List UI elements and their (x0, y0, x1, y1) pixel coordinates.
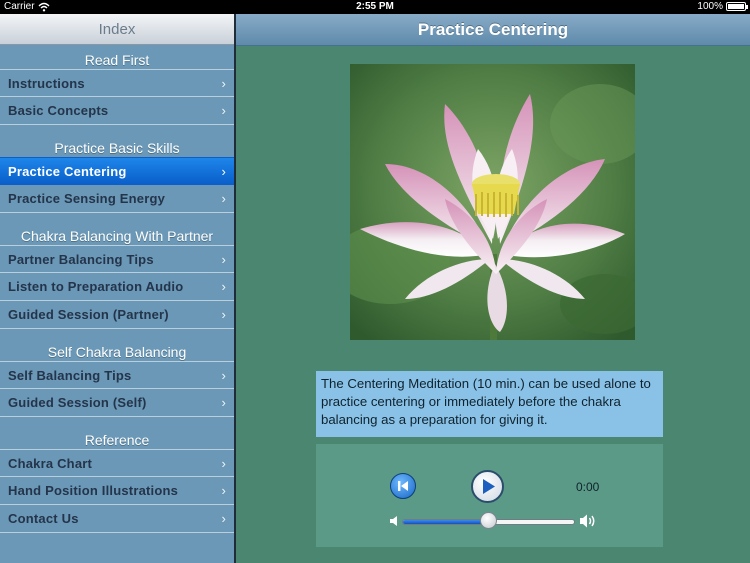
skip-back-icon (398, 481, 408, 491)
description-text: The Centering Meditation (10 min.) can b… (316, 371, 663, 437)
battery-indicator: 100% (697, 1, 748, 12)
detail-pane: Practice Centering The Centering Meditat… (236, 14, 750, 563)
sidebar-item-label: Listen to Preparation Audio (8, 279, 184, 294)
section-title: Reference (84, 432, 150, 448)
chevron-right-icon: › (221, 252, 226, 267)
section-title: Self Chakra Balancing (47, 344, 187, 360)
sidebar-item-guided-session-self[interactable]: Guided Session (Self) › (0, 389, 234, 417)
sidebar-item-label: Practice Sensing Energy (8, 191, 166, 206)
sidebar-item-practice-sensing-energy[interactable]: Practice Sensing Energy › (0, 185, 234, 213)
chevron-right-icon: › (221, 395, 226, 410)
rewind-button[interactable] (390, 473, 416, 499)
sidebar-item-self-balancing-tips[interactable]: Self Balancing Tips › (0, 361, 234, 389)
sidebar-item-practice-centering[interactable]: Practice Centering › (0, 157, 234, 185)
sidebar-item-label: Instructions (8, 76, 85, 91)
section-title: Chakra Balancing With Partner (20, 228, 214, 244)
volume-slider-fill (403, 520, 490, 524)
sidebar-item-basic-concepts[interactable]: Basic Concepts › (0, 97, 234, 125)
clock: 2:55 PM (356, 1, 394, 12)
volume-low-icon (390, 516, 397, 526)
chevron-right-icon: › (221, 456, 226, 471)
status-bar: Carrier 2:55 PM 100% (0, 0, 750, 14)
sidebar-item-label: Hand Position Illustrations (8, 483, 179, 498)
page-title: Practice Centering (236, 14, 750, 46)
sidebar-item-label: Partner Balancing Tips (8, 252, 154, 267)
sidebar-item-hand-position-illustrations[interactable]: Hand Position Illustrations › (0, 477, 234, 505)
sidebar-item-chakra-chart[interactable]: Chakra Chart › (0, 449, 234, 477)
battery-icon (726, 2, 748, 11)
sidebar-list: Read First Instructions › Basic Concepts › Pr… (0, 45, 234, 533)
sidebar-item-contact-us[interactable]: Contact Us › (0, 505, 234, 533)
sidebar-item-partner-balancing-tips[interactable]: Partner Balancing Tips › (0, 245, 234, 273)
sidebar-item-label: Practice Centering (8, 164, 127, 179)
volume-high-icon (580, 514, 595, 528)
sidebar-item-listen-to-preparation-audio[interactable]: Listen to Preparation Audio › (0, 273, 234, 301)
play-button[interactable] (471, 470, 504, 503)
audio-player: 0:00 (316, 444, 663, 547)
chevron-right-icon: › (221, 368, 226, 383)
chevron-right-icon: › (221, 103, 226, 118)
index-sidebar: Index Read First Instructions › Basic Conce… (0, 14, 234, 563)
section-title: Read First (84, 52, 150, 68)
section-title: Practice Basic Skills (54, 140, 180, 156)
sidebar-title: Index (0, 14, 234, 45)
sidebar-item-guided-session-partner[interactable]: Guided Session (Partner) › (0, 301, 234, 329)
sidebar-item-label: Contact Us (8, 511, 79, 526)
chevron-right-icon: › (221, 511, 226, 526)
chevron-right-icon: › (221, 76, 226, 91)
sidebar-item-label: Chakra Chart (8, 456, 93, 471)
battery-percent: 100% (697, 1, 723, 12)
chevron-right-icon: › (221, 279, 226, 294)
chevron-right-icon: › (221, 483, 226, 498)
chevron-right-icon: › (221, 191, 226, 206)
sidebar-item-label: Basic Concepts (8, 103, 109, 118)
play-icon (483, 479, 495, 494)
chevron-right-icon: › (221, 307, 226, 322)
elapsed-time: 0:00 (576, 480, 600, 494)
sidebar-item-label: Guided Session (Partner) (8, 307, 169, 322)
sidebar-item-instructions[interactable]: Instructions › (0, 69, 234, 97)
sidebar-item-label: Guided Session (Self) (8, 395, 147, 410)
lotus-flower-image (350, 64, 635, 340)
sidebar-item-label: Self Balancing Tips (8, 368, 132, 383)
chevron-right-icon: › (221, 164, 226, 179)
volume-slider-thumb[interactable] (480, 512, 497, 529)
